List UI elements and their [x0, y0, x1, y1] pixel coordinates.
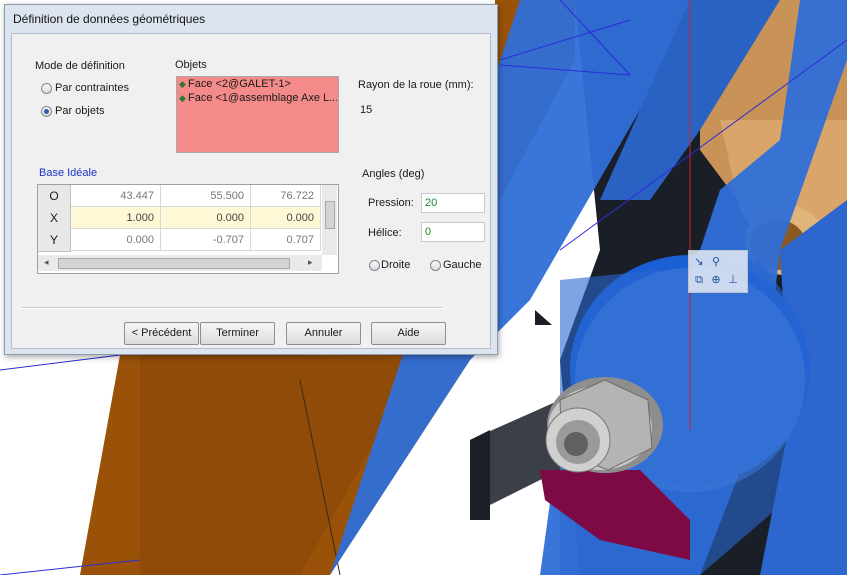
face-icon: ◆	[179, 79, 186, 89]
help-button[interactable]: Aide	[371, 322, 446, 345]
table-cell[interactable]: 0.000	[71, 229, 161, 251]
base-ideale-label: Base Idéale	[39, 167, 98, 179]
radio-par-contraintes[interactable]	[41, 83, 52, 94]
pression-field[interactable]: 20	[421, 193, 485, 213]
dialog-client: Mode de définition Par contraintes Par o…	[11, 33, 491, 349]
select-icon[interactable]: ↘	[692, 255, 706, 269]
radio-droite-label[interactable]: Droite	[381, 259, 410, 271]
scroll-right-icon[interactable]: ▸	[308, 257, 313, 268]
helice-label: Hélice:	[368, 227, 402, 239]
helice-field[interactable]: 0	[421, 222, 485, 242]
geometric-data-dialog: Définition de données géométriques Mode …	[4, 4, 498, 355]
zoom-icon[interactable]: ⊕	[709, 273, 723, 287]
table-cell[interactable]: 76.722	[251, 185, 321, 207]
list-item[interactable]: ◆ Face <1@assemblage Axe L...	[179, 92, 337, 105]
finish-button[interactable]: Terminer	[200, 322, 275, 345]
rayon-label: Rayon de la roue (mm):	[358, 79, 474, 91]
base-table[interactable]: O 43.447 55.500 76.722 X 1.000 0.000 0.0…	[37, 184, 339, 274]
list-item[interactable]: ◆ Face <2@GALET-1>	[179, 78, 337, 91]
row-header-o: O	[38, 185, 71, 208]
pression-label: Pression:	[368, 197, 414, 209]
radio-gauche[interactable]	[430, 260, 441, 271]
dialog-title: Définition de données géométriques	[13, 12, 206, 26]
table-cell[interactable]: 55.500	[161, 185, 251, 207]
table-cell[interactable]: -0.707	[161, 229, 251, 251]
table-cell[interactable]: 1.000	[71, 207, 161, 229]
link-icon[interactable]: ⚲	[709, 255, 723, 269]
table-cell[interactable]: 0.707	[251, 229, 321, 251]
radio-par-objets[interactable]	[41, 106, 52, 117]
separator	[22, 307, 442, 309]
scroll-thumb[interactable]	[325, 201, 335, 229]
previous-button[interactable]: < Précédent	[124, 322, 199, 345]
table-cell[interactable]: 0.000	[161, 207, 251, 229]
row-header-y: Y	[38, 229, 71, 252]
radio-par-objets-label[interactable]: Par objets	[55, 105, 105, 117]
table-cell[interactable]: 43.447	[71, 185, 161, 207]
face-icon: ◆	[179, 93, 186, 103]
context-toolbar[interactable]: ↘ ⚲ ⧉ ⊕ ⊥	[688, 250, 748, 293]
objets-list[interactable]: ◆ Face <2@GALET-1> ◆ Face <1@assemblage Ax…	[176, 76, 339, 153]
radio-gauche-label[interactable]: Gauche	[443, 259, 482, 271]
radio-droite[interactable]	[369, 260, 380, 271]
copy-icon[interactable]: ⧉	[692, 273, 706, 287]
mode-group-label: Mode de définition	[35, 60, 125, 72]
scroll-left-icon[interactable]: ◂	[44, 257, 49, 268]
horizontal-scrollbar[interactable]: ◂ ▸	[38, 255, 322, 271]
angles-label: Angles (deg)	[362, 168, 425, 180]
hscroll-thumb[interactable]	[58, 258, 290, 269]
dialog-titlebar[interactable]: Définition de données géométriques	[5, 5, 497, 33]
radio-par-contraintes-label[interactable]: Par contraintes	[55, 82, 129, 94]
rayon-value[interactable]: 15	[360, 104, 372, 116]
row-header-x: X	[38, 207, 71, 230]
objets-label: Objets	[175, 59, 207, 71]
table-cell[interactable]: 0.000	[251, 207, 321, 229]
vertical-scrollbar[interactable]	[322, 185, 337, 255]
normal-icon[interactable]: ⊥	[726, 273, 740, 287]
cancel-button[interactable]: Annuler	[286, 322, 361, 345]
